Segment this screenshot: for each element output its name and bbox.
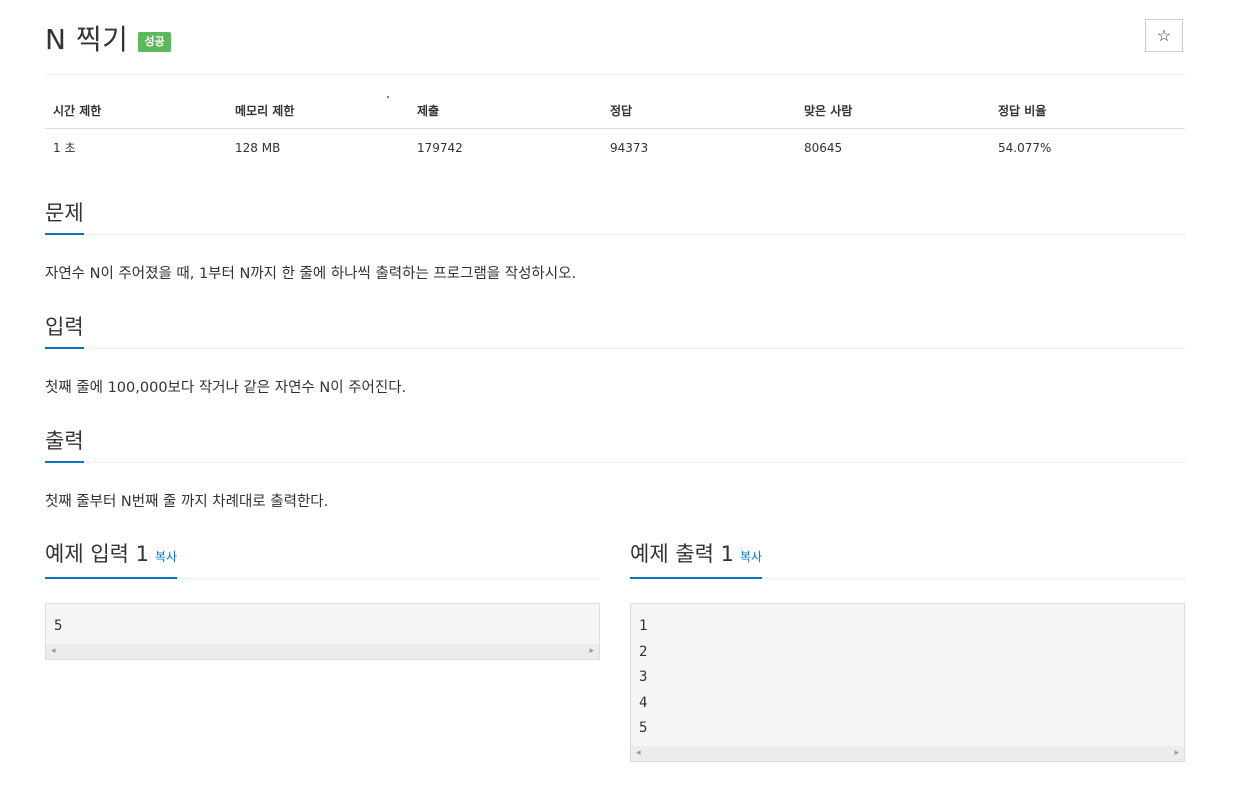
sample-output-title: 예제 출력 1 복사 <box>630 540 763 579</box>
value-time-limit: 1 초 <box>53 141 76 155</box>
header-time-limit: 시간 제한 <box>45 94 227 129</box>
value-solvers: 80645 <box>804 140 843 155</box>
sample-output-line: 5 <box>639 720 648 737</box>
title-divider <box>45 74 1185 75</box>
star-icon: ☆ <box>1156 27 1172 45</box>
sample-output-panel: 예제 출력 1 복사 1 2 3 4 5 ◂ ▸ <box>630 538 1185 762</box>
output-section: 출력 첫째 줄부터 N번째 줄 까지 차례대로 출력한다. <box>45 424 1186 513</box>
sample-input-line: 5 <box>54 618 63 634</box>
sample-output-line: 4 <box>639 694 648 711</box>
description-header: 문제 <box>45 196 1186 235</box>
sample-output-line: 3 <box>639 669 648 686</box>
value-accepted: 94373 <box>610 140 649 155</box>
header-solvers: 맞은 사람 <box>796 94 990 129</box>
input-header: 입력 <box>45 310 1186 349</box>
info-value-row: 1 초 128 MB 179742 94373 80645 54.077% <box>45 129 1185 167</box>
title-row: N 찍기 성공 <box>45 18 171 58</box>
sample-input-lines: 5 <box>46 604 599 640</box>
header-accept-rate: 정답 비율 <box>990 94 1185 129</box>
scroll-right-icon[interactable]: ▸ <box>589 644 594 659</box>
sample-input-box[interactable]: 5 ◂ ▸ <box>45 603 600 660</box>
input-title: 입력 <box>45 313 84 349</box>
scroll-right-icon[interactable]: ▸ <box>1174 746 1179 761</box>
copy-sample-input-button[interactable]: 복사 <box>155 550 177 564</box>
sample-output-title-text: 예제 출력 1 <box>630 542 734 566</box>
copy-sample-output-button[interactable]: 복사 <box>740 550 762 564</box>
sample-output-box[interactable]: 1 2 3 4 5 ◂ ▸ <box>630 603 1185 762</box>
scroll-left-icon[interactable]: ◂ <box>51 644 56 659</box>
favorite-button[interactable]: ☆ <box>1145 19 1183 52</box>
input-text: 첫째 줄에 100,000보다 작거나 같은 자연수 N이 주어진다. <box>45 380 407 396</box>
horizontal-scrollbar[interactable]: ◂ ▸ <box>631 745 1184 761</box>
horizontal-scrollbar[interactable]: ◂ ▸ <box>46 643 599 659</box>
sample-output-lines: 1 2 3 4 5 <box>631 604 1184 742</box>
sample-input-header: 예제 입력 1 복사 <box>45 538 600 579</box>
sample-input-title-text: 예제 입력 1 <box>45 542 149 566</box>
description-section: 문제 자연수 N이 주어졌을 때, 1부터 N까지 한 줄에 하나씩 출력하는 … <box>45 196 1186 285</box>
value-submissions: 179742 <box>417 140 463 155</box>
info-header-row: 시간 제한 메모리 제한 제출 정답 맞은 사람 정답 비율 <box>45 94 1185 129</box>
header-memory-limit: 메모리 제한 <box>227 94 409 129</box>
sample-output-line: 2 <box>639 643 648 660</box>
header-submissions: 제출 <box>409 94 602 129</box>
status-badge: 성공 <box>138 32 171 52</box>
output-header: 출력 <box>45 424 1186 463</box>
value-accept-rate: 54.077% <box>998 140 1052 155</box>
value-memory-limit: 128 MB <box>235 140 281 155</box>
description-title: 문제 <box>45 199 84 235</box>
sample-input-panel: 예제 입력 1 복사 5 ◂ ▸ <box>45 538 600 660</box>
output-title: 출력 <box>45 427 84 463</box>
problem-page: N 찍기 성공 ☆ 시간 제한 메모리 제한 제출 정답 맞은 사람 정답 비율… <box>0 0 1242 787</box>
sample-output-line: 1 <box>639 618 648 634</box>
problem-title: N 찍기 <box>45 23 129 56</box>
sample-input-title: 예제 입력 1 복사 <box>45 540 178 579</box>
scroll-left-icon[interactable]: ◂ <box>636 746 641 761</box>
output-text: 첫째 줄부터 N번째 줄 까지 차례대로 출력한다. <box>45 494 329 510</box>
problem-info-table: 시간 제한 메모리 제한 제출 정답 맞은 사람 정답 비율 1 초 128 M… <box>45 94 1185 166</box>
sample-output-header: 예제 출력 1 복사 <box>630 538 1185 579</box>
description-text: 자연수 N이 주어졌을 때, 1부터 N까지 한 줄에 하나씩 출력하는 프로그… <box>45 266 577 282</box>
input-section: 입력 첫째 줄에 100,000보다 작거나 같은 자연수 N이 주어진다. <box>45 310 1186 399</box>
header-accepted: 정답 <box>602 94 796 129</box>
